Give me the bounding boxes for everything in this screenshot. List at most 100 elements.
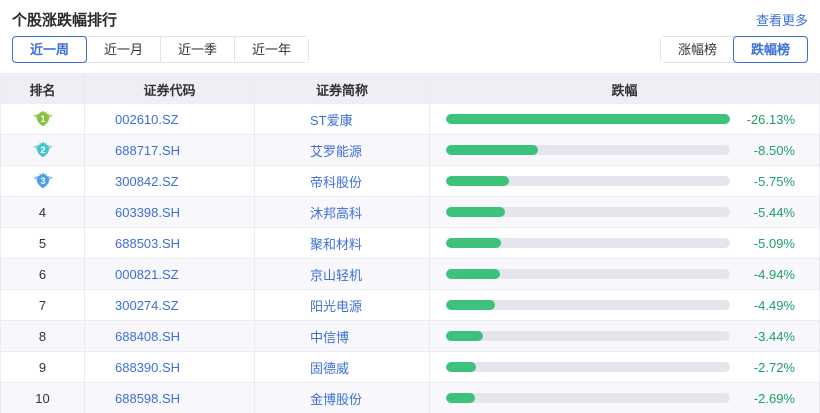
stock-code-link[interactable]: 688598.SH bbox=[85, 383, 255, 413]
period-tab-3[interactable]: 近一年 bbox=[234, 37, 308, 62]
stock-ranking-widget: 个股涨跌幅排行 查看更多 近一周近一月近一季近一年 涨幅榜跌幅榜 排名 证券代码… bbox=[0, 0, 820, 413]
svg-text:1: 1 bbox=[40, 114, 45, 124]
change-percent: -26.13% bbox=[730, 112, 819, 127]
stock-name-link[interactable]: ST爱康 bbox=[255, 104, 430, 134]
rank-cell: 9 bbox=[1, 352, 85, 382]
bar-track bbox=[446, 176, 730, 186]
board-tab-gainers[interactable]: 涨幅榜 bbox=[661, 37, 734, 62]
rank-cell: 5 bbox=[1, 228, 85, 258]
change-percent: -2.69% bbox=[730, 391, 819, 406]
stock-name-link[interactable]: 帝科股份 bbox=[255, 166, 430, 196]
bar-track bbox=[446, 331, 730, 341]
rank-2-medal-icon: 2 bbox=[32, 139, 54, 161]
column-header-code: 证券代码 bbox=[85, 74, 255, 104]
stock-name-link[interactable]: 中信博 bbox=[255, 321, 430, 351]
stock-code-link[interactable]: 002610.SZ bbox=[85, 104, 255, 134]
bar-fill bbox=[446, 114, 730, 124]
table-row: 4 603398.SH 沐邦高科 -5.44% bbox=[1, 197, 819, 228]
change-percent: -2.72% bbox=[730, 360, 819, 375]
table-row: 10 688598.SH 金博股份 -2.69% bbox=[1, 383, 819, 413]
rank-cell: 1 bbox=[1, 104, 85, 134]
controls-row: 近一周近一月近一季近一年 涨幅榜跌幅榜 bbox=[12, 36, 808, 63]
table-body: 1 002610.SZ ST爱康 -26.13% 2 688717.SH 艾罗能… bbox=[1, 104, 819, 413]
rank-cell: 10 bbox=[1, 383, 85, 413]
change-cell: -26.13% bbox=[430, 104, 819, 134]
change-cell: -4.49% bbox=[430, 290, 819, 320]
svg-text:2: 2 bbox=[40, 145, 45, 155]
stock-code-link[interactable]: 603398.SH bbox=[85, 197, 255, 227]
column-header-change: 跌幅 bbox=[430, 74, 819, 104]
rank-cell: 6 bbox=[1, 259, 85, 289]
bar-fill bbox=[446, 331, 483, 341]
rank-cell: 4 bbox=[1, 197, 85, 227]
table-row: 9 688390.SH 固德威 -2.72% bbox=[1, 352, 819, 383]
bar-track bbox=[446, 145, 730, 155]
bar-track bbox=[446, 362, 730, 372]
rank-cell: 7 bbox=[1, 290, 85, 320]
bar-fill bbox=[446, 238, 501, 248]
stock-code-link[interactable]: 300842.SZ bbox=[85, 166, 255, 196]
bar-track bbox=[446, 114, 730, 124]
stock-name-link[interactable]: 聚和材料 bbox=[255, 228, 430, 258]
table-row: 2 688717.SH 艾罗能源 -8.50% bbox=[1, 135, 819, 166]
stock-code-link[interactable]: 300274.SZ bbox=[85, 290, 255, 320]
bar-fill bbox=[446, 176, 509, 186]
rank-3-medal-icon: 3 bbox=[32, 170, 54, 192]
bar-fill bbox=[446, 300, 495, 310]
period-tab-group: 近一周近一月近一季近一年 bbox=[12, 36, 309, 63]
change-cell: -5.75% bbox=[430, 166, 819, 196]
stock-name-link[interactable]: 固德威 bbox=[255, 352, 430, 382]
change-percent: -4.94% bbox=[730, 267, 819, 282]
change-percent: -5.44% bbox=[730, 205, 819, 220]
bar-track bbox=[446, 238, 730, 248]
rank-cell: 3 bbox=[1, 166, 85, 196]
table-row: 6 000821.SZ 京山轻机 -4.94% bbox=[1, 259, 819, 290]
widget-header: 个股涨跌幅排行 查看更多 bbox=[0, 0, 820, 29]
stock-code-link[interactable]: 688503.SH bbox=[85, 228, 255, 258]
stock-name-link[interactable]: 艾罗能源 bbox=[255, 135, 430, 165]
page-title: 个股涨跌幅排行 bbox=[12, 9, 117, 30]
period-tab-0[interactable]: 近一周 bbox=[12, 36, 87, 63]
stock-code-link[interactable]: 688408.SH bbox=[85, 321, 255, 351]
svg-text:3: 3 bbox=[40, 176, 45, 186]
board-tab-group: 涨幅榜跌幅榜 bbox=[660, 36, 808, 63]
bar-track bbox=[446, 393, 730, 403]
change-cell: -5.09% bbox=[430, 228, 819, 258]
stock-name-link[interactable]: 京山轻机 bbox=[255, 259, 430, 289]
bar-fill bbox=[446, 207, 505, 217]
column-header-name: 证券简称 bbox=[255, 74, 430, 104]
change-cell: -8.50% bbox=[430, 135, 819, 165]
change-cell: -4.94% bbox=[430, 259, 819, 289]
table-row: 1 002610.SZ ST爱康 -26.13% bbox=[1, 104, 819, 135]
change-cell: -5.44% bbox=[430, 197, 819, 227]
bar-fill bbox=[446, 362, 476, 372]
change-cell: -2.69% bbox=[430, 383, 819, 413]
board-tab-losers[interactable]: 跌幅榜 bbox=[733, 36, 808, 63]
bar-fill bbox=[446, 145, 538, 155]
change-cell: -2.72% bbox=[430, 352, 819, 382]
stock-code-link[interactable]: 688717.SH bbox=[85, 135, 255, 165]
table-row: 3 300842.SZ 帝科股份 -5.75% bbox=[1, 166, 819, 197]
table-row: 7 300274.SZ 阳光电源 -4.49% bbox=[1, 290, 819, 321]
bar-fill bbox=[446, 393, 475, 403]
period-tab-1[interactable]: 近一月 bbox=[86, 37, 160, 62]
stock-code-link[interactable]: 000821.SZ bbox=[85, 259, 255, 289]
change-cell: -3.44% bbox=[430, 321, 819, 351]
ranking-table: 排名 证券代码 证券简称 跌幅 1 002610.SZ ST爱康 -26.13%… bbox=[0, 73, 820, 413]
change-percent: -8.50% bbox=[730, 143, 819, 158]
bar-track bbox=[446, 269, 730, 279]
bar-track bbox=[446, 300, 730, 310]
bar-track bbox=[446, 207, 730, 217]
stock-name-link[interactable]: 阳光电源 bbox=[255, 290, 430, 320]
stock-code-link[interactable]: 688390.SH bbox=[85, 352, 255, 382]
rank-cell: 8 bbox=[1, 321, 85, 351]
table-row: 5 688503.SH 聚和材料 -5.09% bbox=[1, 228, 819, 259]
stock-name-link[interactable]: 沐邦高科 bbox=[255, 197, 430, 227]
change-percent: -3.44% bbox=[730, 329, 819, 344]
stock-name-link[interactable]: 金博股份 bbox=[255, 383, 430, 413]
view-more-link[interactable]: 查看更多 bbox=[756, 10, 808, 29]
period-tab-2[interactable]: 近一季 bbox=[160, 37, 234, 62]
change-percent: -4.49% bbox=[730, 298, 819, 313]
bar-fill bbox=[446, 269, 500, 279]
column-header-rank: 排名 bbox=[1, 74, 85, 104]
